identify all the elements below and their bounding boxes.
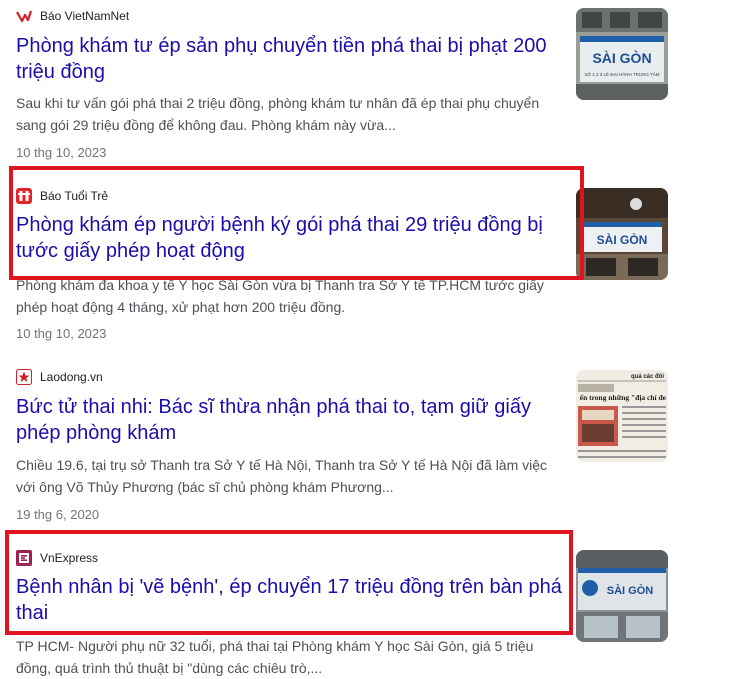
search-result: Laodong.vn Bức tử thai nhi: Bác sĩ thừa …	[0, 350, 743, 530]
thumb-top-text: quá các đôi	[631, 374, 664, 380]
laodong-logo-icon	[16, 369, 32, 385]
result-thumbnail[interactable]: SÀI GÒN	[576, 188, 668, 280]
result-source[interactable]: Báo VietNamNet	[16, 7, 129, 25]
source-name: Laodong.vn	[40, 370, 103, 384]
thumb-small-text: SỐ 1 2 3 LÊ ĐẠI HÀNH TRUNG TÂM	[584, 70, 659, 77]
result-thumbnail[interactable]: SÀI GÒN SỐ 1 2 3 LÊ ĐẠI HÀNH TRUNG TÂM	[576, 8, 668, 100]
result-date: 10 thg 10, 2023	[16, 145, 107, 160]
result-title-link[interactable]: Bức tử thai nhi: Bác sĩ thừa nhận phá th…	[16, 394, 566, 446]
source-name: Báo VietNamNet	[40, 9, 130, 23]
thumbnail-image: SÀI GÒN	[576, 550, 668, 642]
result-thumbnail[interactable]: SÀI GÒN	[576, 550, 668, 642]
result-title-link[interactable]: Phòng khám tư ép sản phụ chuyển tiền phá…	[16, 33, 566, 85]
result-title-link[interactable]: Bệnh nhân bị 'vẽ bệnh', ép chuyển 17 tri…	[16, 574, 566, 626]
search-result: VnExpress Bệnh nhân bị 'vẽ bệnh', ép chu…	[0, 530, 743, 678]
tuoitre-logo-icon	[16, 188, 32, 204]
result-source[interactable]: Laodong.vn	[16, 368, 103, 386]
result-source[interactable]: VnExpress	[16, 549, 98, 567]
thumb-sign-text: SÀI GÒN	[607, 584, 654, 597]
result-date: 19 thg 6, 2020	[16, 507, 100, 522]
source-name: Báo Tuổi Trẻ	[40, 189, 109, 203]
thumbnail-image: quá các đôi ến trong những "địa chỉ đe	[576, 370, 668, 462]
search-result: Báo Tuổi Trẻ Phòng khám ép người bệnh ký…	[0, 170, 743, 350]
vnexpress-logo-icon	[16, 550, 32, 566]
source-name: VnExpress	[40, 551, 99, 565]
vietnamnet-logo-icon	[16, 8, 32, 24]
thumb-sign-text: SÀI GÒN	[597, 232, 648, 247]
thumbnail-image: SÀI GÒN SỐ 1 2 3 LÊ ĐẠI HÀNH TRUNG TÂM	[576, 8, 668, 100]
thumb-headline-text: ến trong những "địa chỉ đe	[580, 393, 667, 402]
search-result: Báo VietNamNet Phòng khám tư ép sản phụ …	[0, 0, 743, 170]
result-snippet: TP HCM- Người phụ nữ 32 tuổi, phá thai t…	[16, 638, 534, 676]
result-snippet: Chiều 19.6, tại trụ sở Thanh tra Sở Y tế…	[16, 457, 548, 495]
result-snippet: Sau khi tư vấn gói phá thai 2 triệu đồng…	[16, 95, 540, 133]
result-snippet: Phòng khám đa khoa y tế Y học Sài Gòn vừ…	[16, 277, 544, 315]
thumbnail-image: SÀI GÒN	[576, 188, 668, 280]
result-date: 10 thg 10, 2023	[16, 326, 107, 341]
thumb-sign-text: SÀI GÒN	[592, 49, 651, 66]
result-title-link[interactable]: Phòng khám ép người bệnh ký gói phá thai…	[16, 212, 566, 264]
result-source[interactable]: Báo Tuổi Trẻ	[16, 187, 108, 205]
result-thumbnail[interactable]: quá các đôi ến trong những "địa chỉ đe	[576, 370, 668, 462]
